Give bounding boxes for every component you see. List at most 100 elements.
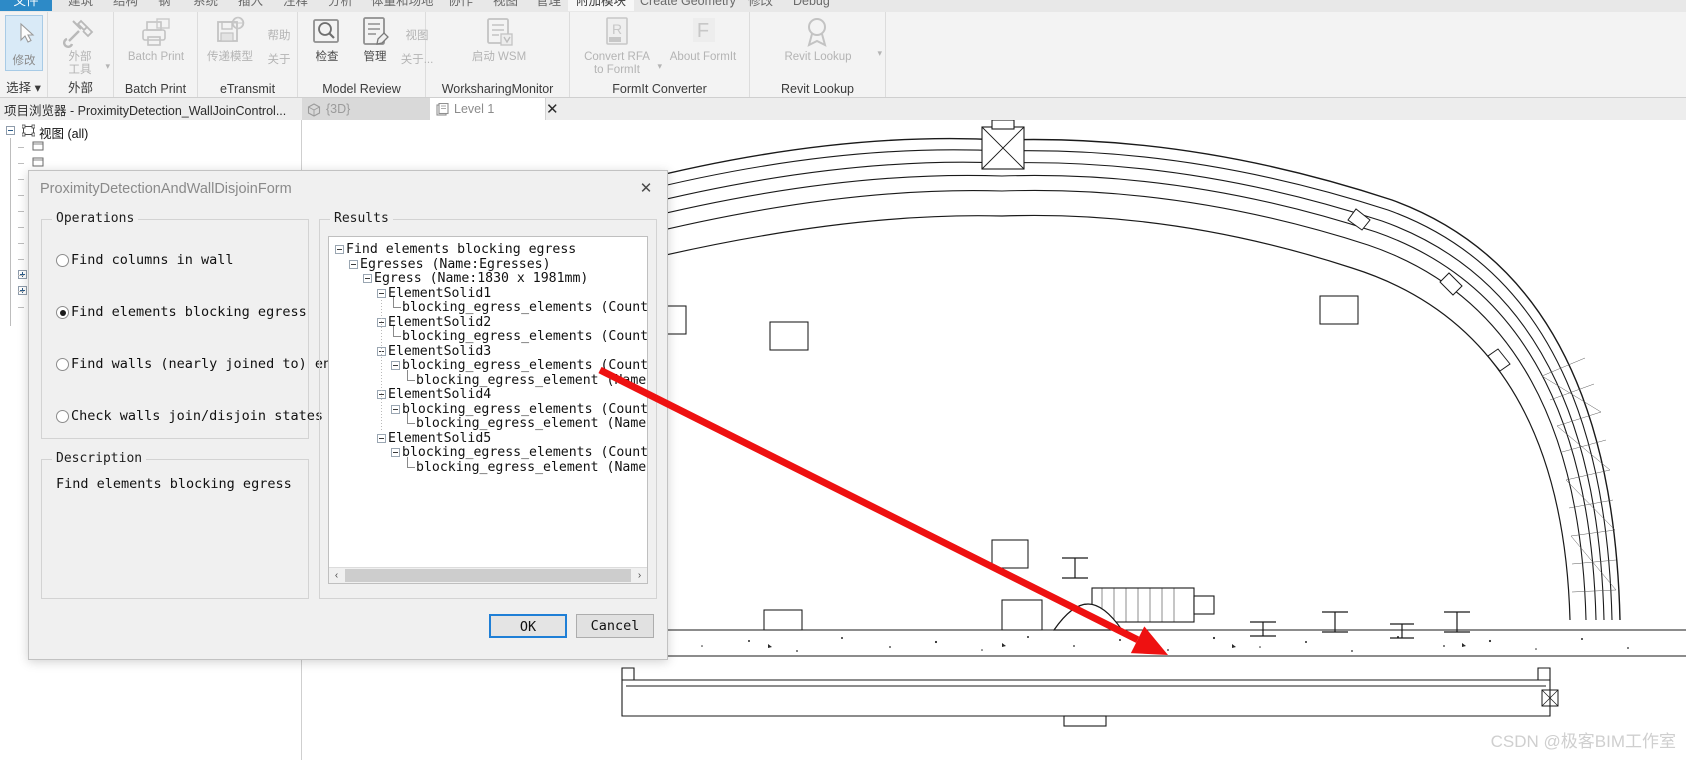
wsm-doc-icon xyxy=(482,15,516,49)
list-pencil-icon xyxy=(358,15,392,49)
convert-rfa-to-formit-button[interactable]: R Convert RFA to FormIt ▾ xyxy=(574,15,662,76)
result-node-label: blocking_egress_elements (Count:0) xyxy=(402,329,648,344)
collapse-icon[interactable] xyxy=(377,433,386,443)
revit-lookup-panel: Revit Lookup ▾ Revit Lookup xyxy=(750,12,886,97)
cancel-button[interactable]: Cancel xyxy=(576,614,654,638)
radio-button-icon[interactable] xyxy=(56,306,69,319)
ribbon-tab-3[interactable]: 钢 xyxy=(150,0,179,11)
view-tab-3d[interactable]: {3D} xyxy=(302,98,430,120)
ribbon-tab-label: 管理 xyxy=(536,0,562,8)
wrench-screwdriver-icon xyxy=(63,15,97,49)
launch-wsm-button[interactable]: 启动 WSM xyxy=(456,15,542,64)
ribbon-tab-13[interactable]: Create Geometry xyxy=(632,0,744,11)
model-review-check-button[interactable]: 检查 xyxy=(304,15,350,64)
results-legend: Results xyxy=(330,211,393,226)
revit-lookup-panel-title: Revit Lookup xyxy=(781,82,854,96)
ribbon-tab-label: 协作 xyxy=(448,0,474,8)
radio-button-icon[interactable] xyxy=(56,254,69,267)
etransmit-help-button[interactable]: 帮助 xyxy=(262,30,296,43)
results-tree[interactable]: Find elements blocking egress Egresses (N… xyxy=(328,236,648,584)
collapse-icon[interactable] xyxy=(391,361,400,370)
ribbon-tab-5[interactable]: 插入 xyxy=(230,0,271,11)
result-node-label: Egress (Name:1830 x 1981mm) xyxy=(374,271,589,286)
ribbon-tab-8[interactable]: 体量和场地 xyxy=(363,0,442,11)
ribbon-tab-label: 体量和场地 xyxy=(371,0,434,8)
browser-tree-connector xyxy=(18,179,24,180)
ribbon-tab-label: 文件 xyxy=(13,0,39,8)
convert-rfa-to-formit-button-label2: to FormIt xyxy=(593,63,640,76)
model-review-manage-button[interactable]: 管理 xyxy=(352,15,398,64)
ribbon-tab-6[interactable]: 注释 xyxy=(275,0,316,11)
ribbon-tab-11[interactable]: 管理 xyxy=(528,0,569,11)
ribbon-tab-label: 钢 xyxy=(158,0,171,8)
scroll-left-arrow-icon[interactable]: ‹ xyxy=(329,568,344,583)
modify-button[interactable]: 修改 xyxy=(5,15,43,71)
transmit-model-button[interactable]: 传递模型 xyxy=(200,15,260,64)
external-tools-button-label: 外部 xyxy=(68,51,92,63)
collapse-icon[interactable] xyxy=(377,288,386,298)
operation-radio-label: Find elements blocking egress xyxy=(71,304,307,320)
results-group: Results Find elements blocking egress Egr… xyxy=(319,211,657,599)
browser-tree-connector xyxy=(18,147,24,148)
result-node-label: blocking_egress_elements (Count:1) xyxy=(402,445,648,460)
tree-branch-connector xyxy=(393,326,401,337)
ribbon-tab-1[interactable]: 建筑 xyxy=(60,0,101,11)
close-icon[interactable]: ✕ xyxy=(635,179,657,199)
dialog-titlebar[interactable]: ProximityDetectionAndWallDisjoinForm ✕ xyxy=(29,171,667,209)
view-tab-level1-label: Level 1 xyxy=(454,102,495,116)
tree-branch-connector xyxy=(407,456,415,468)
chevron-down-icon[interactable]: ▾ xyxy=(35,81,41,95)
collapse-icon[interactable] xyxy=(363,274,372,283)
magnifier-doc-icon xyxy=(310,15,344,49)
hscroll-thumb[interactable] xyxy=(345,569,631,582)
browser-tree-connector xyxy=(18,307,24,308)
external-tools-button[interactable]: 外部 工具 ▾ xyxy=(52,15,110,76)
collapse-icon[interactable] xyxy=(391,448,400,457)
view-tab-level1[interactable]: Level 1 xyxy=(430,98,546,120)
chevron-down-icon[interactable]: ▾ xyxy=(105,60,110,73)
about-formit-button[interactable]: F About FormIt xyxy=(660,15,746,64)
formit-converter-panel: R Convert RFA to FormIt ▾ F About FormIt FormI… xyxy=(570,12,750,97)
chevron-down-icon[interactable]: ▾ xyxy=(877,47,882,60)
result-node-label: Find elements blocking egress xyxy=(346,242,577,257)
model-review-manage-button-label: 管理 xyxy=(363,51,387,63)
ribbon-tab-15[interactable]: Debug xyxy=(785,0,838,11)
ribbon-tab-4[interactable]: 系统 xyxy=(185,0,226,11)
ribbon-tab-label: 视图 xyxy=(493,0,519,8)
collapse-icon[interactable] xyxy=(391,404,400,414)
ribbon-tab-0[interactable]: 文件 xyxy=(0,0,52,11)
ribbon-tab-14[interactable]: 修改 xyxy=(740,0,781,11)
proximity-detection-dialog[interactable]: ProximityDetectionAndWallDisjoinForm ✕ O… xyxy=(28,170,668,660)
folder-icon xyxy=(32,156,44,168)
collapse-icon[interactable] xyxy=(6,126,15,135)
radio-button-icon[interactable] xyxy=(56,410,69,423)
etransmit-about-button[interactable]: 关于 xyxy=(262,54,296,67)
select-panel-title[interactable]: 选择 ▾ xyxy=(0,77,47,96)
svg-text:F: F xyxy=(697,20,709,42)
result-node-label: Egresses (Name:Egresses) xyxy=(360,256,551,272)
launch-wsm-button-label: 启动 WSM xyxy=(471,51,527,63)
ribbon-tab-10[interactable]: 视图 xyxy=(485,0,526,11)
batch-print-button-label: Batch Print xyxy=(127,51,185,63)
result-node-label: ElementSolid2 xyxy=(388,314,492,330)
collapse-icon[interactable] xyxy=(349,259,358,269)
results-hscrollbar[interactable]: ‹ › xyxy=(329,567,647,583)
close-icon[interactable]: ✕ xyxy=(546,100,559,118)
scroll-right-arrow-icon[interactable]: › xyxy=(632,568,647,583)
tree-branch-connector xyxy=(407,413,415,424)
revit-lookup-button[interactable]: Revit Lookup ▾ xyxy=(756,15,882,64)
views-icon xyxy=(22,124,35,137)
radio-button-icon[interactable] xyxy=(56,358,69,371)
ribbon-tab-9[interactable]: 协作 xyxy=(440,0,481,11)
ok-button[interactable]: OK xyxy=(489,614,567,638)
ribbon-tab-12[interactable]: 附加模块 xyxy=(568,0,635,11)
collapse-icon[interactable] xyxy=(335,245,344,254)
ribbon-tab-7[interactable]: 分析 xyxy=(320,0,361,11)
ribbon-tab-2[interactable]: 结构 xyxy=(105,0,146,11)
browser-tree-connector xyxy=(18,275,24,276)
view-tab-3d-label: {3D} xyxy=(326,102,351,116)
description-legend: Description xyxy=(52,451,147,466)
ribbon: 修改 选择 ▾ 外部 工具 ▾ 外部 Batch Print Batch Print 传递模… xyxy=(0,12,1686,98)
batch-print-button[interactable]: Batch Print xyxy=(116,15,196,64)
cursor-arrow-icon xyxy=(20,22,35,43)
